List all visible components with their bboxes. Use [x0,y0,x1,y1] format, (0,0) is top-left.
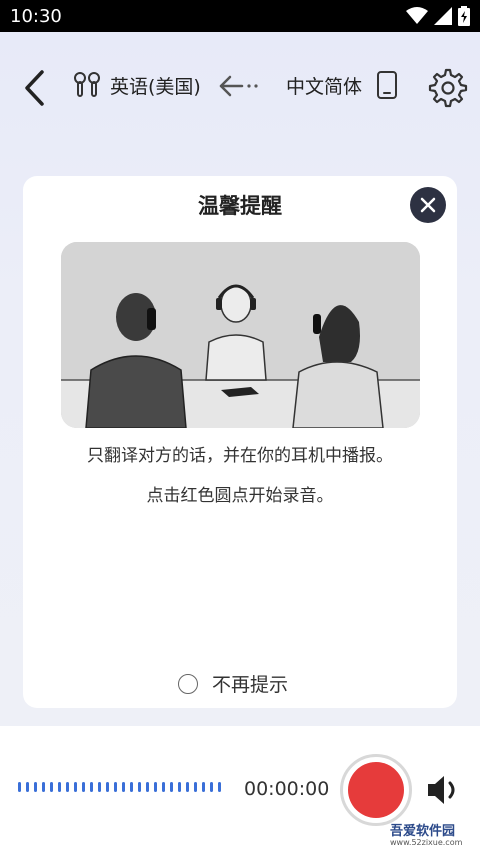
swap-direction-button[interactable] [218,74,262,102]
wifi-icon [406,7,428,24]
status-icons [406,6,470,26]
signal-icon [434,7,452,25]
conversation-illustration [61,242,420,428]
dont-remind-radio[interactable] [178,673,198,694]
dialog-message-line2: 点击红色圆点开始录音。 [146,486,334,506]
watermark-logo: 吾爱软件园 www.52zixue.com [376,818,476,852]
status-time: 10:30 [10,5,62,27]
earbuds-icon [74,72,100,97]
audio-waveform [18,782,221,792]
phone-icon [377,71,398,99]
settings-button[interactable] [428,68,468,108]
status-bar: 10:30 [0,0,480,32]
back-button[interactable] [16,66,52,110]
reminder-dialog: 温馨提醒 只翻译对方的话，并在你的耳机中播报。 点击红色圆点开始录音。 不再提示 [23,176,457,708]
target-language-label: 中文简体 [286,75,363,98]
arrow-left-dots-icon [219,75,258,97]
dialog-close-button[interactable] [410,187,446,223]
source-language-selector[interactable]: 英语(美国) [72,70,201,100]
top-bar: 英语(美国) 中文简体 [0,52,480,124]
dialog-title: 温馨提醒 [198,194,282,218]
record-dot [348,762,404,818]
gear-icon [428,68,468,108]
battery-icon [458,6,470,26]
close-icon [420,197,436,213]
target-language-selector[interactable]: 中文简体 [286,70,398,100]
watermark-url: www.52zixue.com [390,838,463,847]
chevron-left-icon [25,70,44,106]
recording-timer: 00:00:00 [244,778,330,800]
speaker-button[interactable] [424,770,464,810]
source-language-label: 英语(美国) [110,75,201,98]
dont-remind-option[interactable]: 不再提示 [178,670,288,697]
speaker-icon [428,776,455,804]
dialog-message-line1: 只翻译对方的话，并在你的耳机中播报。 [87,446,393,466]
dont-remind-label: 不再提示 [212,674,289,696]
watermark-text: 吾爱软件园 [390,824,456,839]
recorder-bar: 00:00:00 吾爱软件园 www.52zixue.com [0,726,480,853]
record-button[interactable] [340,754,412,826]
